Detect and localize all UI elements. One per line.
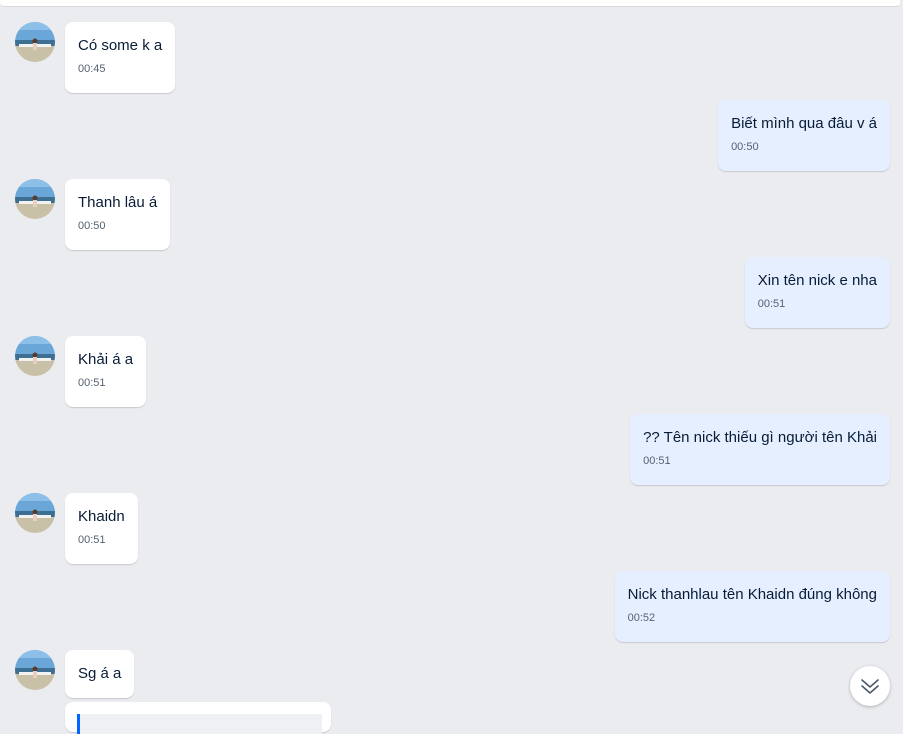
message-bubble-outgoing[interactable]: Nick thanhlau tên Khaidn đúng không 00:5… <box>614 571 890 642</box>
sender-avatar-photo <box>15 179 55 219</box>
message-text: Nick thanhlau tên Khaidn đúng không <box>627 586 877 603</box>
avatar[interactable] <box>15 493 55 533</box>
message-bubble-incoming[interactable]: Có some k a 00:45 <box>65 22 176 93</box>
top-panel-edge <box>0 0 900 7</box>
message-time: 00:51 <box>78 534 106 546</box>
message-bubble-outgoing[interactable]: Xin tên nick e nha 00:51 <box>744 257 890 328</box>
sender-avatar-photo <box>15 650 55 690</box>
message-bubble-incoming[interactable]: Khaidn 00:51 <box>65 493 138 564</box>
partial-message-card[interactable] <box>65 702 331 734</box>
avatar[interactable] <box>15 22 55 62</box>
message-text: Khải á a <box>78 351 134 368</box>
scroll-to-bottom-button[interactable] <box>850 666 890 706</box>
sender-avatar-photo <box>15 493 55 533</box>
sender-avatar-photo <box>15 336 55 376</box>
sender-avatar-photo <box>15 22 55 62</box>
message-text: Xin tên nick e nha <box>757 272 877 289</box>
message-text: Có some k a <box>78 37 163 54</box>
message-time: 00:50 <box>78 220 106 232</box>
message-time: 00:50 <box>731 141 759 153</box>
message-text: Sg á a <box>78 665 122 682</box>
avatar[interactable] <box>15 336 55 376</box>
message-time: 00:51 <box>643 455 671 467</box>
message-text: Thanh lâu á <box>78 194 158 211</box>
message-time: 00:51 <box>78 377 106 389</box>
avatar[interactable] <box>15 179 55 219</box>
message-bubble-incoming[interactable]: Thanh lâu á 00:50 <box>65 179 171 250</box>
message-bubble-outgoing[interactable]: ?? Tên nick thiếu gì người tên Khải 00:5… <box>630 414 890 485</box>
message-text: ?? Tên nick thiếu gì người tên Khải <box>643 429 877 446</box>
quoted-block <box>77 714 322 734</box>
message-bubble-incoming[interactable]: Khải á a 00:51 <box>65 336 147 407</box>
message-text: Khaidn <box>78 508 125 525</box>
message-bubble-outgoing[interactable]: Biết mình qua đâu v á 00:50 <box>718 100 890 171</box>
message-time: 00:52 <box>627 612 656 624</box>
message-time: 00:45 <box>78 63 106 75</box>
message-time: 00:51 <box>757 298 786 310</box>
message-text: Biết mình qua đâu v á <box>731 115 877 132</box>
message-bubble-incoming[interactable]: Sg á a <box>65 650 135 698</box>
avatar[interactable] <box>15 650 55 690</box>
double-chevron-down-icon <box>861 679 879 694</box>
